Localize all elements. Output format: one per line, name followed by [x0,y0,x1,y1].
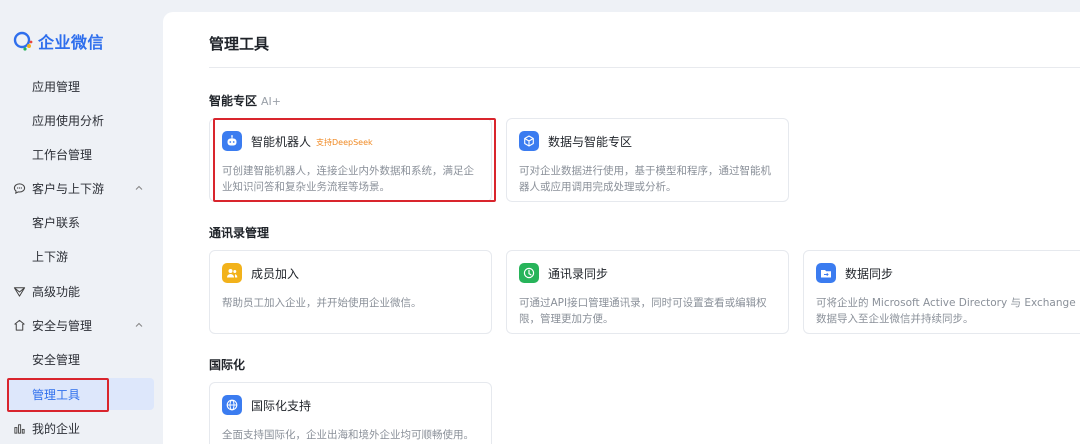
card-description: 可将企业的 Microsoft Active Directory 与 Excha… [816,297,1076,325]
brand-name: 企业微信 [38,33,105,52]
section-title-contacts-management: 通讯录管理 [209,226,270,240]
folder-sync-icon [816,263,836,283]
main-panel: 管理工具 智能专区 AI+ 智能机器人 支持DeepSeek 可创建智能机器人，连接… [163,12,1080,444]
sidebar-group-security-management[interactable]: 安全与管理 [0,309,163,341]
card-description: 可通过API接口管理通讯录，同时可设置查看或编辑权限，管理更加方便。 [519,297,767,325]
sidebar-item-security[interactable]: 安全管理 [0,343,163,375]
page-title: 管理工具 [209,35,270,53]
card-data-intelligence-zone[interactable]: 数据与智能专区 可对企业数据进行使用，基于模型和程序，通过智能机器人或应用调用完… [506,118,789,202]
highlight-annotation-box [213,118,496,202]
sidebar-item-app-usage-analysis[interactable]: 应用使用分析 [0,104,163,136]
sidebar-item-upstream-downstream[interactable]: 上下游 [0,240,163,272]
sidebar-item-label: 应用管理 [32,79,81,94]
wecom-logo-icon [13,31,33,51]
card-member-join[interactable]: 成员加入 帮助员工加入企业，并开始使用企业微信。 [209,250,492,334]
sidebar-item-label: 安全管理 [32,352,81,367]
sidebar-item-label: 应用使用分析 [32,113,105,128]
sidebar-item-customer-contact[interactable]: 客户联系 [0,206,163,238]
section-title-internationalization: 国际化 [209,358,246,372]
diamond-icon [12,284,26,298]
card-data-sync[interactable]: 数据同步 可将企业的 Microsoft Active Directory 与 … [803,250,1080,334]
card-title: 数据同步 [845,267,894,281]
bar-chart-icon [12,421,26,435]
sidebar-group-customers-upstream[interactable]: 客户与上下游 [0,172,163,204]
sync-icon [519,263,539,283]
sidebar: 企业微信 应用管理 应用使用分析 工作台管理 客户与上下游 客户联系 上下游 高… [0,0,163,444]
card-title: 数据与智能专区 [548,135,633,149]
sidebar-item-label: 高级功能 [32,284,81,299]
sidebar-group-my-enterprise[interactable]: 我的企业 [0,412,163,444]
sidebar-item-workbench-management[interactable]: 工作台管理 [0,138,163,170]
sidebar-item-app-management[interactable]: 应用管理 [0,70,163,102]
section-title-ai-zone: 智能专区 AI+ [209,94,282,108]
members-icon [222,263,242,283]
chevron-up-icon[interactable] [134,183,144,193]
sidebar-item-label: 我的企业 [32,421,81,436]
card-title: 国际化支持 [251,399,312,413]
title-divider [209,67,1080,68]
sidebar-group-advanced-features[interactable]: 高级功能 [0,275,163,307]
section-tag: AI+ [261,95,282,108]
card-title: 成员加入 [251,267,300,281]
sidebar-item-label: 上下游 [32,249,69,264]
sidebar-item-label: 安全与管理 [32,318,93,333]
shield-icon [12,318,26,332]
brand[interactable]: 企业微信 [12,28,104,54]
card-description: 全面支持国际化，企业出海和境外企业均可顺畅使用。 [222,429,474,441]
card-internationalization-support[interactable]: 国际化支持 全面支持国际化，企业出海和境外企业均可顺畅使用。 [209,382,492,444]
chevron-up-icon[interactable] [134,320,144,330]
chat-bubble-icon [12,181,26,195]
globe-icon [222,395,242,415]
card-description: 帮助员工加入企业，并开始使用企业微信。 [222,297,422,309]
data-cube-icon [519,131,539,151]
card-description: 可对企业数据进行使用，基于模型和程序，通过智能机器人或应用调用完成处理或分析。 [519,165,771,193]
card-contacts-sync[interactable]: 通讯录同步 可通过API接口管理通讯录，同时可设置查看或编辑权限，管理更加方便。 [506,250,789,334]
sidebar-item-label: 客户联系 [32,215,81,230]
sidebar-item-label: 工作台管理 [32,147,93,162]
card-title: 通讯录同步 [548,267,609,281]
sidebar-item-label: 客户与上下游 [32,181,105,196]
highlight-annotation-box [7,378,109,412]
